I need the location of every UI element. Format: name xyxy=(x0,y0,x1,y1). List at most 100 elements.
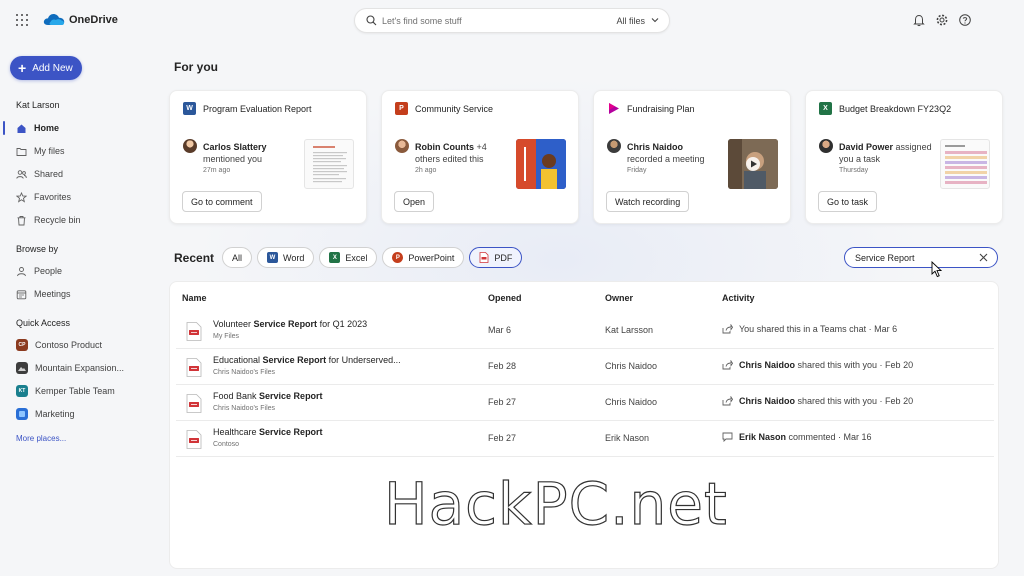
go-to-task-button[interactable]: Go to task xyxy=(818,191,878,212)
file-name[interactable]: Educational Service Report for Underserv… xyxy=(213,355,401,365)
site-thumbnail-icon xyxy=(16,408,28,420)
search-icon xyxy=(366,15,377,26)
add-new-button[interactable]: + Add New xyxy=(10,56,82,80)
activity-cell: Erik Nason commented · Mar 16 xyxy=(722,432,872,442)
powerpoint-icon: P xyxy=(395,102,408,115)
activity-cell: You shared this in a Teams chat · Mar 6 xyxy=(722,324,897,334)
onedrive-logo-icon xyxy=(43,14,65,25)
filter-word[interactable]: W Word xyxy=(257,247,315,268)
opened-date: Feb 27 xyxy=(488,433,517,443)
more-places-link[interactable]: More places... xyxy=(16,434,66,443)
search-box[interactable]: All files xyxy=(354,8,670,33)
star-icon xyxy=(16,191,27,203)
owner-name: Kat Larsson xyxy=(605,325,654,335)
sidebar-item-label: Recycle bin xyxy=(34,215,81,225)
sidebar-item-people[interactable]: People xyxy=(16,263,62,279)
file-location: Chris Naidoo's Files xyxy=(213,405,276,412)
for-you-card-budget-breakdown[interactable]: X Budget Breakdown FY23Q2 David Power as… xyxy=(805,90,1003,224)
filter-powerpoint[interactable]: P PowerPoint xyxy=(382,247,465,268)
file-type-filters: All W Word X Excel P PowerPoint PDF xyxy=(222,247,523,268)
word-icon: W xyxy=(183,102,196,115)
filter-all[interactable]: All xyxy=(222,247,253,268)
add-new-label: Add New xyxy=(32,62,73,74)
filter-pdf[interactable]: PDF xyxy=(469,247,523,268)
sidebar-item-label: Shared xyxy=(34,169,64,179)
pdf-file-icon xyxy=(186,358,202,377)
comment-icon xyxy=(722,432,733,442)
for-you-card-fundraising-plan[interactable]: Fundraising Plan Chris Naidoo recorded a … xyxy=(593,90,791,224)
card-title: Fundraising Plan xyxy=(627,104,695,114)
opened-date: Feb 28 xyxy=(488,361,517,371)
pdf-file-icon xyxy=(186,394,202,413)
table-row[interactable]: Healthcare Service Report Contoso Feb 27… xyxy=(176,421,994,457)
column-header-opened[interactable]: Opened xyxy=(488,293,522,303)
settings-gear-icon[interactable] xyxy=(935,13,949,27)
top-right-actions xyxy=(912,13,972,27)
quick-access-kemper-table-team[interactable]: KT Kemper Table Team xyxy=(16,383,115,399)
column-header-owner[interactable]: Owner xyxy=(605,293,633,303)
help-icon[interactable] xyxy=(958,13,972,27)
file-name[interactable]: Volunteer Service Report for Q1 2023 xyxy=(213,319,367,329)
opened-date: Mar 6 xyxy=(488,325,512,335)
card-time: 27m ago xyxy=(203,167,231,174)
sidebar-item-label: Favorites xyxy=(34,192,72,202)
table-row[interactable]: Food Bank Service Report Chris Naidoo's … xyxy=(176,385,994,421)
quick-access-mountain-expansion[interactable]: Mountain Expansion... xyxy=(16,360,124,376)
sidebar-item-home[interactable]: Home xyxy=(16,120,59,136)
presentation-thumbnail xyxy=(516,139,566,189)
sidebar-item-meetings[interactable]: Meetings xyxy=(16,286,71,302)
go-to-comment-button[interactable]: Go to comment xyxy=(182,191,262,212)
for-you-card-program-evaluation[interactable]: W Program Evaluation Report Carlos Slatt… xyxy=(169,90,367,224)
table-row[interactable]: Educational Service Report for Underserv… xyxy=(176,349,994,385)
for-you-card-community-service[interactable]: P Community Service Robin Counts +4 other… xyxy=(381,90,579,224)
sidebar-item-favorites[interactable]: Favorites xyxy=(16,189,71,205)
column-header-activity[interactable]: Activity xyxy=(722,293,755,303)
video-thumbnail xyxy=(728,139,778,189)
search-input[interactable] xyxy=(382,13,582,29)
file-name[interactable]: Food Bank Service Report xyxy=(213,391,323,401)
pdf-file-icon xyxy=(186,430,202,449)
activity-cell: Chris Naidoo shared this with you · Feb … xyxy=(722,396,913,406)
clear-filter-icon[interactable] xyxy=(979,253,988,262)
filter-excel[interactable]: X Excel xyxy=(319,247,378,268)
table-row[interactable]: Volunteer Service Report for Q1 2023 My … xyxy=(176,313,994,349)
share-icon xyxy=(722,324,733,334)
opened-date: Feb 27 xyxy=(488,397,517,407)
quick-access-label: Kemper Table Team xyxy=(35,386,115,396)
quick-access-marketing[interactable]: Marketing xyxy=(16,406,75,422)
file-location: Chris Naidoo's Files xyxy=(213,369,276,376)
notification-bell-icon[interactable] xyxy=(912,13,926,27)
watch-recording-button[interactable]: Watch recording xyxy=(606,191,690,212)
quick-access-contoso-product[interactable]: CP Contoso Product xyxy=(16,337,102,353)
sidebar-item-recycle-bin[interactable]: Recycle bin xyxy=(16,212,81,228)
avatar xyxy=(819,139,833,153)
quick-access-heading: Quick Access xyxy=(16,318,71,328)
calendar-icon xyxy=(16,289,27,299)
folder-icon xyxy=(16,147,27,156)
filter-by-name-input[interactable] xyxy=(855,251,965,264)
top-bar: OneDrive All files xyxy=(0,0,1024,40)
quick-access-label: Marketing xyxy=(35,409,75,419)
card-title: Community Service xyxy=(415,104,494,114)
for-you-heading: For you xyxy=(174,60,218,74)
card-time: 2h ago xyxy=(415,167,437,174)
chevron-down-icon[interactable] xyxy=(651,17,659,23)
open-button[interactable]: Open xyxy=(394,191,435,212)
search-scope-label[interactable]: All files xyxy=(616,16,645,26)
avatar xyxy=(607,139,621,153)
activity-cell: Chris Naidoo shared this with you · Feb … xyxy=(722,360,913,370)
recent-files-table: Name Opened Owner Activity Volunteer Ser… xyxy=(169,281,999,569)
sidebar-item-my-files[interactable]: My files xyxy=(16,143,65,159)
column-header-name[interactable]: Name xyxy=(182,293,207,303)
app-launcher-icon[interactable] xyxy=(16,14,28,26)
file-name[interactable]: Healthcare Service Report xyxy=(213,427,323,437)
filter-by-name-box[interactable] xyxy=(844,247,998,268)
active-nav-indicator xyxy=(3,121,5,135)
card-time: Friday xyxy=(627,167,647,174)
sidebar-item-label: People xyxy=(34,266,63,276)
home-icon xyxy=(17,124,26,133)
avatar xyxy=(395,139,409,153)
sidebar-item-shared[interactable]: Shared xyxy=(16,166,63,182)
owner-name: Chris Naidoo xyxy=(605,361,658,371)
excel-icon: X xyxy=(819,102,832,115)
